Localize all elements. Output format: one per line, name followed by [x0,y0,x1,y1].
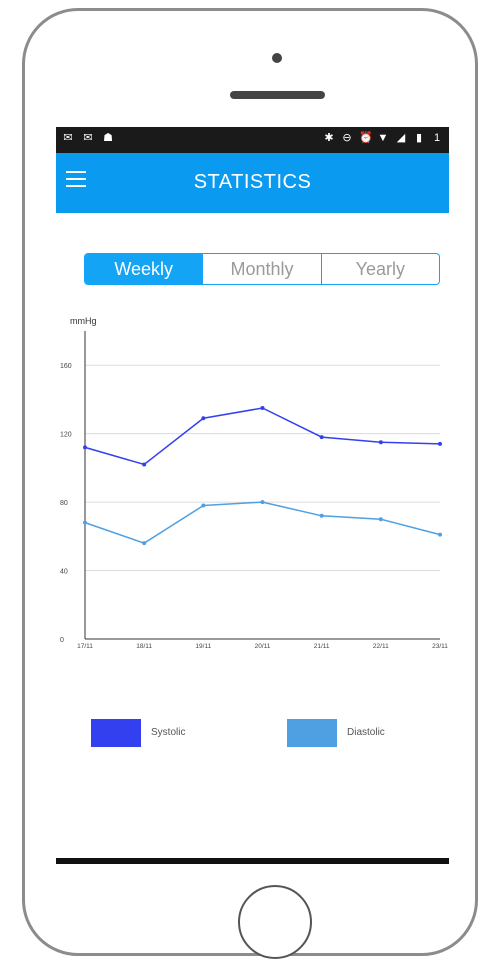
speaker-grille [230,91,325,99]
y-tick-label: 120 [60,432,72,439]
notification-icons: ✉ ✉ ☗ [62,132,114,144]
x-tick-label: 20/11 [255,643,271,650]
tab-monthly[interactable]: Monthly [202,254,320,284]
data-point-systolic [319,435,324,440]
data-point-diastolic [319,513,324,518]
data-point-systolic [83,445,87,450]
battery-icon: ▮ [415,132,423,144]
legend-swatch-diastolic [287,719,337,747]
x-tick-label: 19/11 [195,643,211,650]
blood-pressure-chart: mmHg 0 40 80 120 160 17/11 18/11 19/11 20/11 21/11… [56,316,449,677]
page-title: STATISTICS [193,171,312,193]
legend-label-systolic: Systolic [151,727,186,738]
statistics-content: Weekly Monthly Yearly mmHg 0 40 80 120 160 17/… [56,213,449,858]
series-line-systolic [84,407,441,466]
app-screen: ✉ ✉ ☗ ✱ ⊖ ⏰ ▼ ◢ ▮ 1 STATISTICS Weekly Mo… [56,127,449,864]
data-point-diastolic [201,503,206,508]
y-tick-label: 40 [60,569,68,576]
data-point-diastolic [142,541,147,546]
data-point-diastolic [83,520,87,525]
data-point-systolic [378,440,383,445]
data-point-systolic [260,406,265,410]
x-tick-label: 22/11 [373,643,389,650]
legend-label-diastolic: Diastolic [347,727,385,738]
period-tabs: Weekly Monthly Yearly [84,253,440,285]
wifi-icon: ▼ [377,132,389,144]
data-point-systolic [142,462,147,467]
x-tick-label: 21/11 [314,643,330,650]
mail-icon: ✉ [63,132,73,144]
tab-yearly[interactable]: Yearly [320,254,439,284]
front-camera [272,53,282,63]
legend-swatch-systolic [91,719,141,747]
signal-icon: ◢ [396,132,406,144]
clock-text: 1 [433,132,441,144]
y-tick-label: 160 [60,363,72,370]
data-point-diastolic [438,532,442,537]
y-tick-label: 0 [60,637,64,644]
data-point-diastolic [378,517,383,522]
tab-weekly[interactable]: Weekly [85,254,203,284]
navigation-strip [56,858,449,864]
x-tick-label: 17/11 [77,643,93,650]
data-point-systolic [201,416,206,421]
x-tick-label: 18/11 [136,643,152,650]
android-icon: ☗ [103,132,113,144]
app-bar: STATISTICS [56,153,449,213]
x-tick-label: 23/11 [432,643,448,650]
data-point-diastolic [260,500,265,505]
series-line-diastolic [84,501,441,545]
gmail-icon: ✉ [83,132,93,144]
status-bar: ✉ ✉ ☗ ✱ ⊖ ⏰ ▼ ◢ ▮ 1 [56,127,449,153]
dnd-icon: ⊖ [342,132,352,144]
system-icons: ✱ ⊖ ⏰ ▼ ◢ ▮ 1 [323,132,443,144]
home-button[interactable] [238,885,312,959]
chart-svg: mmHg 0 40 80 120 160 17/11 18/11 19/11 20/11 21/11… [60,316,448,650]
bluetooth-icon: ✱ [324,132,334,144]
y-tick-label: 80 [60,500,68,507]
y-axis-label: mmHg [70,317,97,326]
alarm-icon: ⏰ [359,132,373,144]
data-point-systolic [438,441,442,446]
